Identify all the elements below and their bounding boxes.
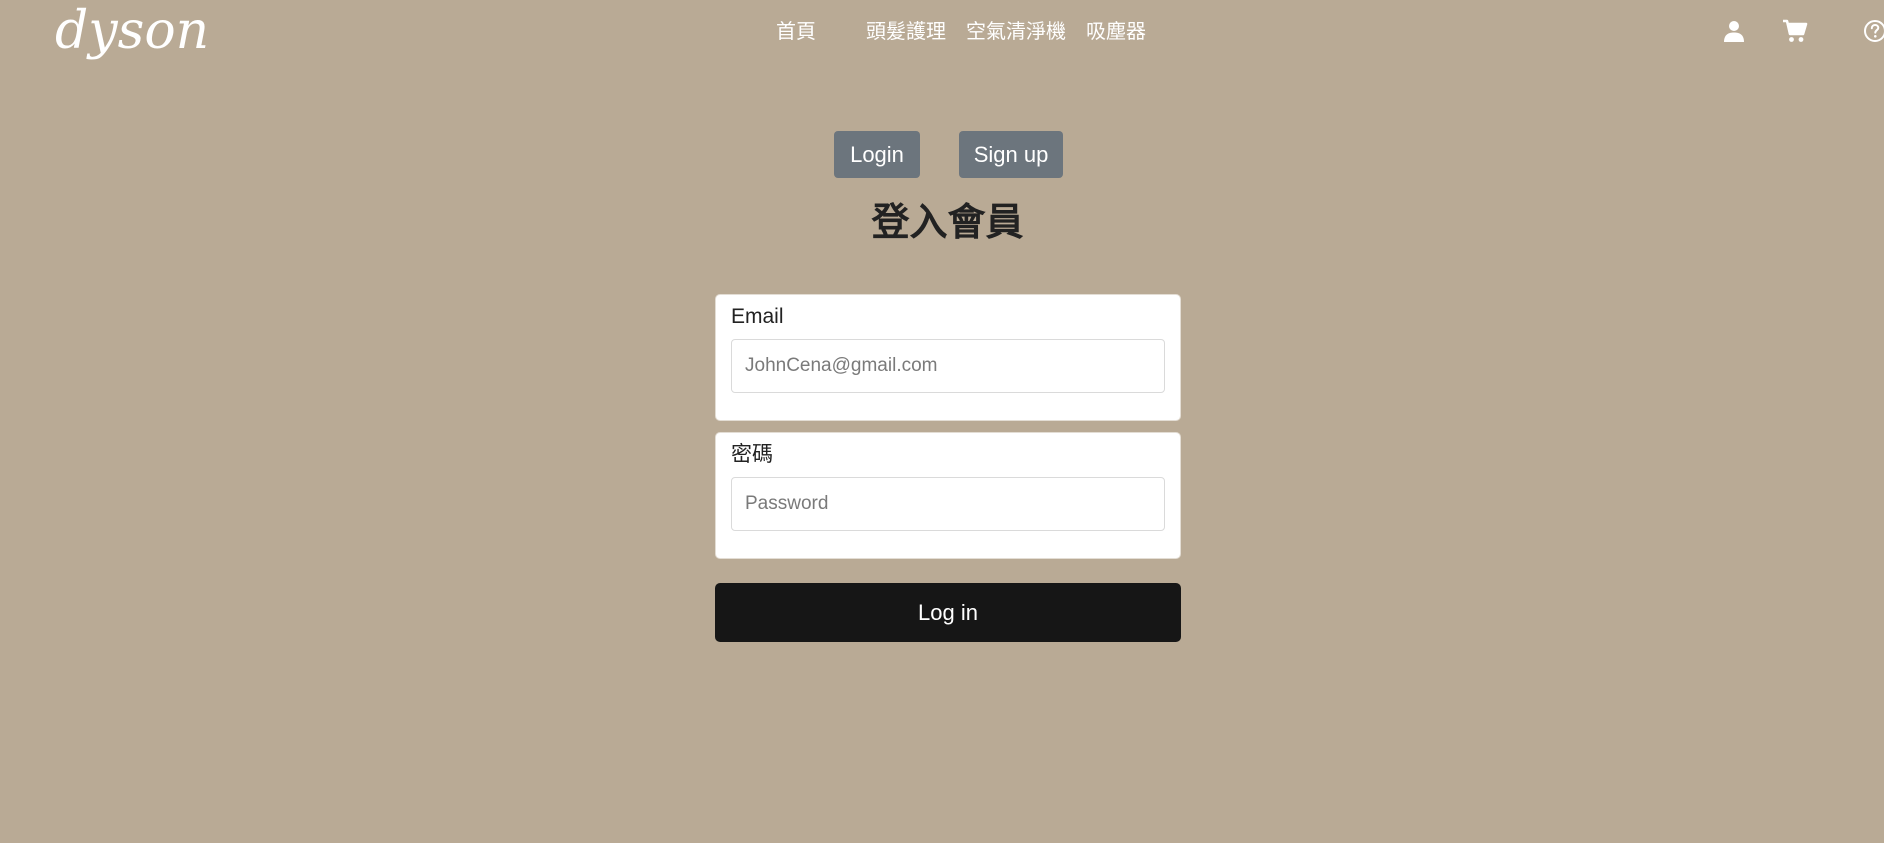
password-card: 密碼 [715, 432, 1181, 559]
main-nav: 首頁 頭髮護理 空氣清淨機 吸塵器 [0, 17, 1884, 45]
email-input[interactable] [731, 339, 1165, 393]
nav-icon-group [1684, 16, 1884, 46]
help-icon[interactable] [1860, 16, 1884, 46]
login-tab-button[interactable]: Login [834, 131, 920, 178]
nav-link-hair-care[interactable]: 頭髮護理 [866, 17, 946, 45]
password-input[interactable] [731, 477, 1165, 531]
login-submit-button[interactable]: Log in [715, 583, 1181, 642]
user-icon[interactable] [1719, 16, 1749, 46]
nav-link-home[interactable]: 首頁 [776, 17, 816, 45]
navbar: dyson 首頁 頭髮護理 空氣清淨機 吸塵器 [0, 0, 1884, 62]
signup-tab-button[interactable]: Sign up [959, 131, 1063, 178]
page-title: 登入會員 [871, 200, 1024, 244]
password-label: 密碼 [731, 443, 773, 466]
email-card: Email [715, 294, 1181, 421]
nav-link-vacuum[interactable]: 吸塵器 [1086, 17, 1146, 45]
email-label: Email [731, 305, 784, 328]
cart-icon[interactable] [1780, 16, 1810, 46]
nav-link-air-purifier[interactable]: 空氣清淨機 [966, 17, 1066, 45]
